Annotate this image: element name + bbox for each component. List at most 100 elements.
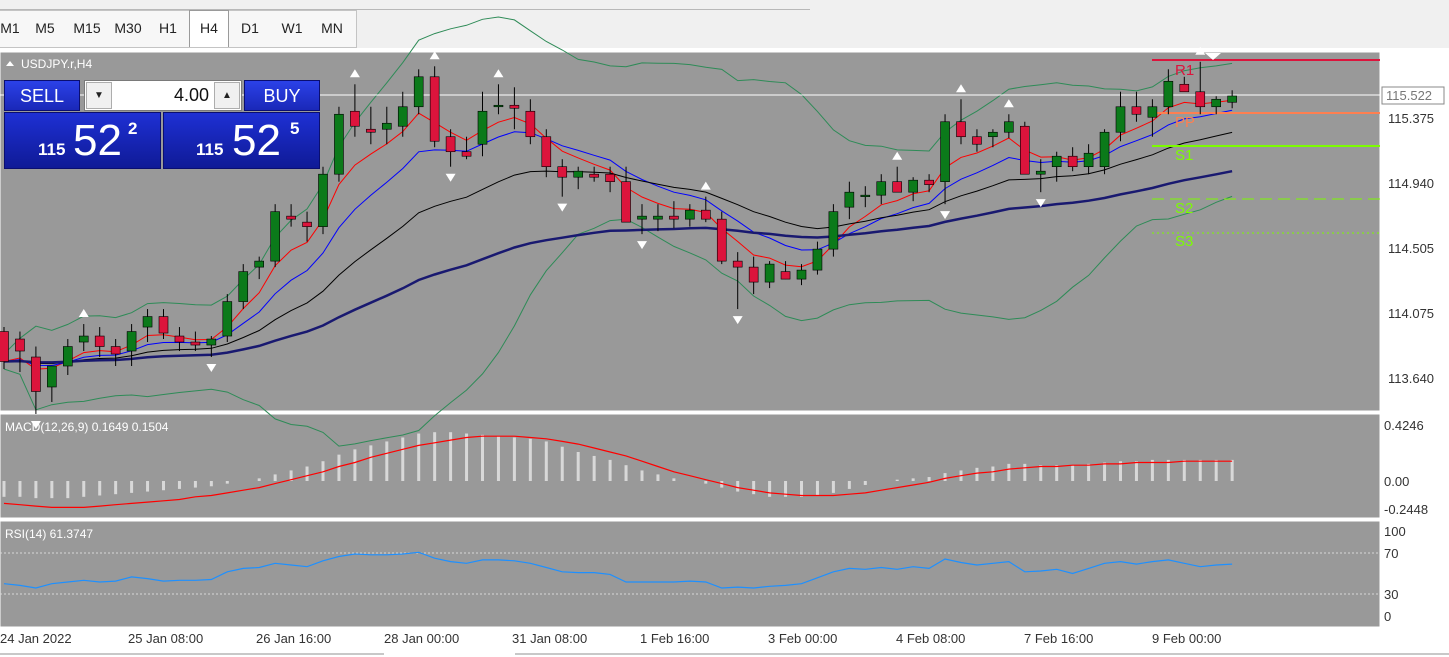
sell-price-box[interactable]: 115 52 2 (4, 112, 161, 169)
candle-body (892, 181, 903, 193)
candle-body (972, 136, 982, 145)
fractal-up-icon (1195, 46, 1206, 55)
candle-body (780, 271, 791, 280)
sell-button[interactable]: SELL (4, 80, 80, 111)
one-click-trading-panel: SELL ▼ 4.00 ▲ BUY 115 52 2 115 52 5 (4, 80, 320, 169)
candle-body (1195, 91, 1206, 108)
time-scale (0, 627, 1449, 657)
candle-body (812, 248, 823, 271)
candle-body (126, 331, 137, 352)
candle-body (1211, 98, 1221, 108)
candle-body (669, 215, 679, 220)
buy-pips: 52 (232, 116, 281, 165)
chart-symbol-title: USDJPY.r,H4 (21, 57, 92, 71)
candle-body (796, 269, 807, 280)
rsi-panel[interactable] (0, 520, 1381, 628)
price-tick: 114.075 (1388, 306, 1434, 321)
candle-body (222, 301, 233, 337)
candle-body (142, 316, 153, 328)
candle-body (924, 179, 934, 185)
candle-body (318, 173, 328, 227)
candle-body (366, 128, 376, 133)
macd-tick: -0.2448 (1384, 502, 1428, 517)
candle-body (828, 211, 839, 250)
current-price-label: 115.522 (1386, 88, 1432, 103)
candle-body (493, 104, 504, 108)
candle-body (764, 263, 775, 283)
price-scale (1381, 52, 1449, 627)
candle-body (1099, 131, 1110, 168)
candle-body (621, 181, 631, 223)
s1-label: S1 (1175, 147, 1193, 164)
candle-body (110, 346, 121, 355)
s3-label: S3 (1175, 233, 1193, 250)
candle-body (47, 365, 57, 388)
candle-body (31, 356, 41, 392)
lot-size-input[interactable]: ▼ 4.00 ▲ (84, 80, 242, 111)
candle-body (716, 218, 727, 262)
candle-body (381, 122, 392, 130)
buy-fraction: 5 (290, 119, 300, 138)
rsi-tick: 0 (1384, 609, 1391, 624)
candle-body (190, 341, 201, 346)
candle-body (1179, 83, 1190, 93)
macd-panel[interactable] (0, 413, 1381, 519)
date-label: 28 Jan 00:00 (384, 631, 459, 646)
candle-body (461, 151, 472, 157)
candle-body (334, 113, 344, 175)
sell-pips: 52 (73, 116, 122, 165)
candle-body (956, 121, 966, 138)
lot-increase-button[interactable]: ▲ (214, 82, 240, 109)
candle-body (62, 346, 73, 367)
price-tick: 113.640 (1388, 371, 1434, 386)
candle-body (605, 173, 615, 182)
candle-body (525, 110, 536, 138)
candle-body (1227, 95, 1237, 103)
candle-body (1051, 155, 1062, 168)
candle-body (940, 121, 950, 182)
candle-body (0, 331, 9, 362)
candle-body (860, 194, 871, 197)
candle-body (1067, 155, 1078, 168)
s2-label: S2 (1175, 200, 1193, 217)
candle-body (397, 106, 408, 127)
candle-body (477, 110, 488, 145)
rsi-tick: 70 (1384, 546, 1398, 561)
rsi-tick: 100 (1384, 524, 1406, 539)
candle-body (748, 266, 759, 283)
date-label: 25 Jan 08:00 (128, 631, 203, 646)
buy-button[interactable]: BUY (244, 80, 320, 111)
candle-body (350, 110, 360, 127)
date-label: 31 Jan 08:00 (512, 631, 587, 646)
candle-body (1019, 125, 1030, 175)
candle-body (1035, 170, 1046, 175)
candle-body (254, 260, 264, 268)
candle-body (1083, 152, 1094, 168)
candle-body (206, 338, 217, 346)
sell-fraction: 2 (128, 119, 138, 138)
candle-body (573, 170, 584, 178)
candle-body (413, 76, 424, 108)
candle-body (1163, 80, 1174, 108)
lot-size-value[interactable]: 4.00 (115, 81, 209, 110)
pp-label: PP (1175, 114, 1195, 131)
candle-body (15, 338, 25, 352)
candle-body (1131, 106, 1142, 115)
candle-body (302, 221, 312, 227)
candle-body (700, 209, 711, 220)
candle-body (653, 215, 663, 220)
candle-body (270, 211, 280, 262)
candle-body (174, 335, 185, 343)
candle-body (445, 136, 456, 153)
price-tick: 114.505 (1388, 241, 1434, 256)
lot-decrease-button[interactable]: ▼ (86, 82, 112, 109)
r1-label: R1 (1175, 62, 1194, 79)
candle-body (1147, 106, 1158, 118)
candle-body (557, 166, 568, 178)
candle-body (158, 316, 169, 334)
date-label: 7 Feb 16:00 (1024, 631, 1093, 646)
buy-price-box[interactable]: 115 52 5 (163, 112, 320, 169)
macd-tick: 0.4246 (1384, 418, 1424, 433)
price-tick: 115.375 (1388, 111, 1434, 126)
candle-body (685, 209, 695, 220)
